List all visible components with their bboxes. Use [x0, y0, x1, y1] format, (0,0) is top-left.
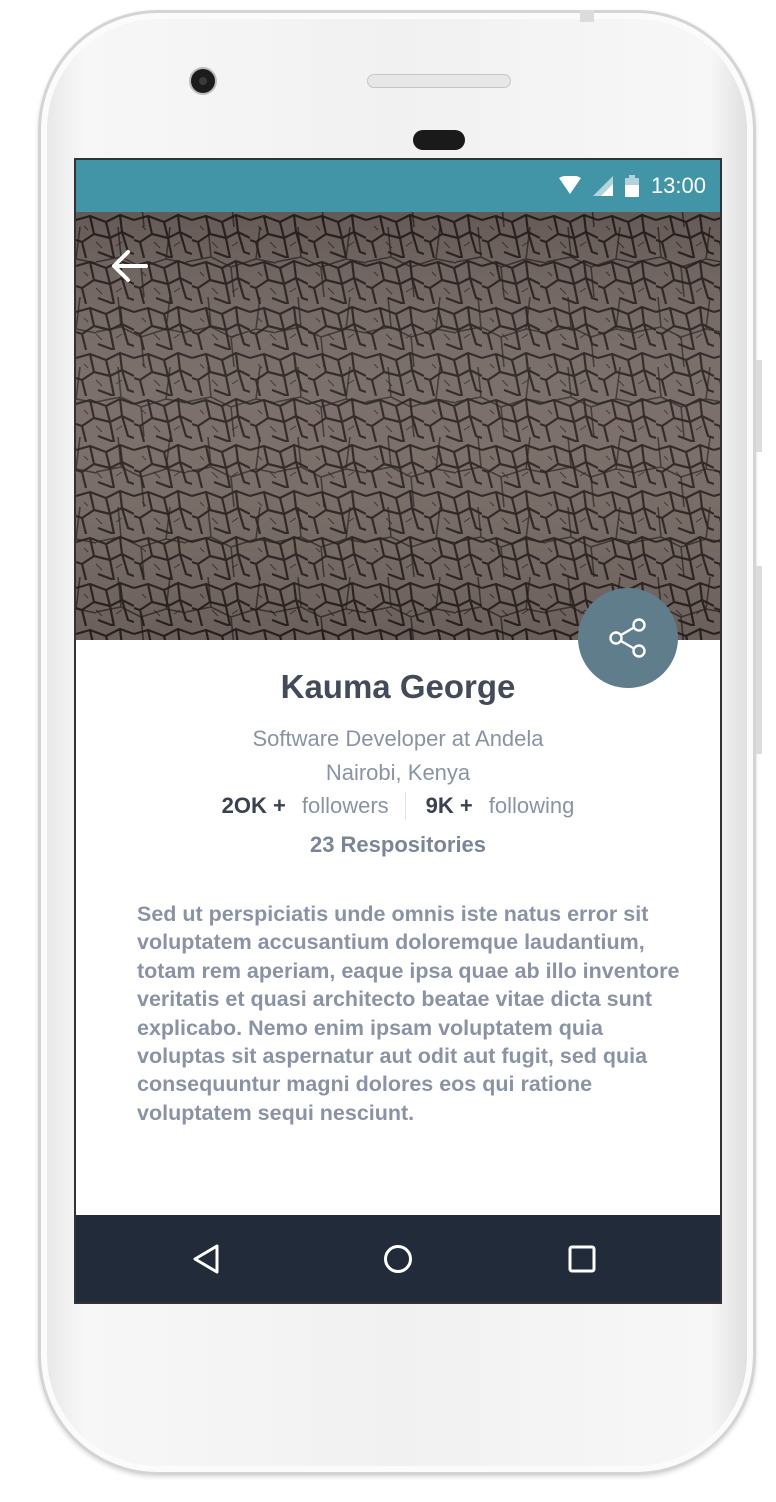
- nav-back-button[interactable]: [166, 1215, 246, 1302]
- earpiece-speaker: [367, 74, 511, 88]
- signal-icon: [592, 176, 613, 196]
- back-button[interactable]: [106, 246, 154, 286]
- cracked-earth-image: [76, 212, 720, 640]
- wifi-icon: [558, 176, 581, 194]
- profile-bio: Sed ut perspiciatis unde omnis iste natu…: [137, 902, 680, 1125]
- status-bar: 13:00: [76, 160, 720, 212]
- following-label[interactable]: following: [489, 793, 575, 819]
- home-circle-icon: [384, 1244, 412, 1273]
- app-screen: 13:00 Kauma George Software Developer at…: [74, 158, 722, 1304]
- battery-icon: [624, 175, 639, 197]
- share-icon: [609, 618, 646, 658]
- arrow-left-icon: [112, 250, 148, 282]
- profile-stats: 2OK + followers 9K + following: [76, 792, 720, 820]
- cover-image: [76, 212, 720, 640]
- following-count: 9K +: [425, 793, 473, 818]
- profile-title: Software Developer at Andela: [252, 726, 544, 751]
- top-button: [580, 10, 594, 22]
- nav-recents-button[interactable]: [542, 1215, 622, 1302]
- followers-label[interactable]: followers: [302, 793, 389, 819]
- proximity-sensor: [413, 130, 465, 150]
- power-button: [756, 360, 762, 452]
- front-camera: [189, 67, 217, 95]
- volume-button: [756, 566, 762, 754]
- stats-divider: [404, 792, 406, 820]
- status-time: 13:00: [650, 173, 706, 198]
- nav-home-button[interactable]: [358, 1215, 438, 1302]
- navigation-bar: [76, 1215, 720, 1302]
- profile-location: Nairobi, Kenya: [325, 760, 471, 785]
- followers-count: 2OK +: [221, 793, 286, 818]
- repositories-count[interactable]: 23 Respositories: [76, 832, 720, 858]
- back-triangle-icon: [193, 1244, 219, 1273]
- profile-name: Kauma George: [280, 668, 516, 705]
- recents-square-icon: [568, 1245, 596, 1272]
